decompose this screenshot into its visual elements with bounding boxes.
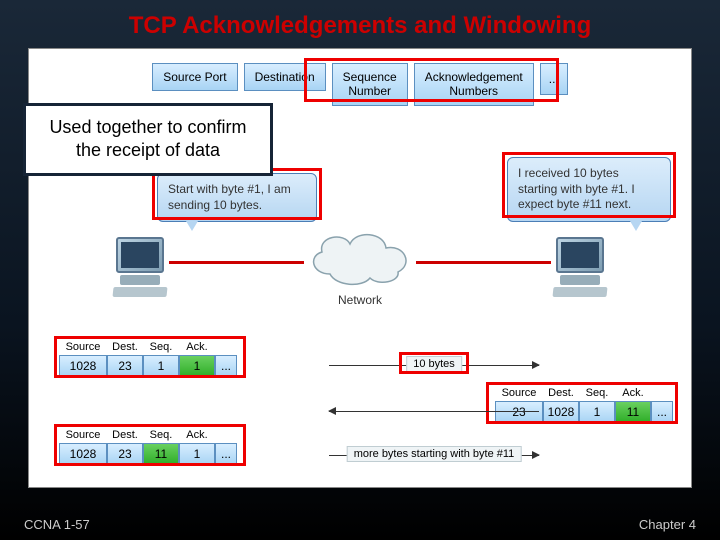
computer-receiver [549, 237, 611, 295]
network-label: Network [338, 293, 382, 307]
seg3-dest: 23 [107, 443, 143, 465]
seg2-seq: 1 [579, 401, 615, 423]
seg3-seq: 11 [143, 443, 179, 465]
arrow-send-more: more bytes starting with byte #11 [329, 455, 539, 456]
speech-receiver: I received 10 bytes starting with byte #… [507, 157, 671, 222]
seg2-source: 23 [495, 401, 543, 423]
seg3-labels: Source Dest. Seq. Ack. [59, 429, 237, 441]
footer-right: Chapter 4 [639, 517, 696, 532]
lbl-source: Source [495, 387, 543, 399]
lbl-seq: Seq. [579, 387, 615, 399]
hdr-more: ... [540, 63, 568, 95]
hdr-destination: Destination [244, 63, 326, 91]
diagram-panel: Source Port Destination Sequence Number … [28, 48, 692, 488]
footer-left: CCNA 1-57 [24, 517, 90, 532]
speech-sender: Start with byte #1, I am sending 10 byte… [157, 173, 317, 222]
computer-sender [109, 237, 171, 295]
arrow-label-more-bytes: more bytes starting with byte #11 [347, 446, 522, 462]
lbl-ack: Ack. [179, 341, 215, 353]
seg1-cells: 1028 23 1 1 ... [59, 355, 237, 377]
arrow-send-10bytes: 10 bytes [329, 365, 539, 366]
lbl-dest: Dest. [107, 429, 143, 441]
lbl-ack: Ack. [615, 387, 651, 399]
segment-3: Source Dest. Seq. Ack. 1028 23 11 1 ... [59, 429, 237, 465]
seg1-source: 1028 [59, 355, 107, 377]
seg1-ack: 1 [179, 355, 215, 377]
segment-1: Source Dest. Seq. Ack. 1028 23 1 1 ... [59, 341, 237, 377]
lbl-dest: Dest. [107, 341, 143, 353]
seg1-dest: 23 [107, 355, 143, 377]
seg3-source: 1028 [59, 443, 107, 465]
link-left [169, 261, 304, 264]
slide-footer: CCNA 1-57 Chapter 4 [24, 517, 696, 532]
lbl-source: Source [59, 429, 107, 441]
seg2-more: ... [651, 401, 673, 423]
seg2-ack: 11 [615, 401, 651, 423]
link-right [416, 261, 551, 264]
seg3-more: ... [215, 443, 237, 465]
lbl-ack: Ack. [179, 429, 215, 441]
arrow-label-10bytes: 10 bytes [406, 356, 462, 372]
lbl-seq: Seq. [143, 429, 179, 441]
network-cloud [300, 226, 420, 288]
hdr-acknowledgement: Acknowledgement Numbers [414, 63, 534, 106]
callout-confirm-receipt: Used together to confirm the receipt of … [23, 103, 273, 176]
seg1-seq: 1 [143, 355, 179, 377]
seg2-cells: 23 1028 1 11 ... [495, 401, 673, 423]
seg3-cells: 1028 23 11 1 ... [59, 443, 237, 465]
seg1-more: ... [215, 355, 237, 377]
cloud-icon [300, 226, 420, 288]
hdr-source-port: Source Port [152, 63, 237, 91]
seg3-ack: 1 [179, 443, 215, 465]
lbl-dest: Dest. [543, 387, 579, 399]
page-title: TCP Acknowledgements and Windowing [0, 0, 720, 48]
arrow-ack-back [329, 411, 539, 412]
segment-2: Source Dest. Seq. Ack. 23 1028 1 11 ... [495, 387, 673, 423]
lbl-seq: Seq. [143, 341, 179, 353]
lbl-source: Source [59, 341, 107, 353]
seg2-labels: Source Dest. Seq. Ack. [495, 387, 673, 399]
seg2-dest: 1028 [543, 401, 579, 423]
hdr-sequence: Sequence Number [332, 63, 408, 106]
seg1-labels: Source Dest. Seq. Ack. [59, 341, 237, 353]
